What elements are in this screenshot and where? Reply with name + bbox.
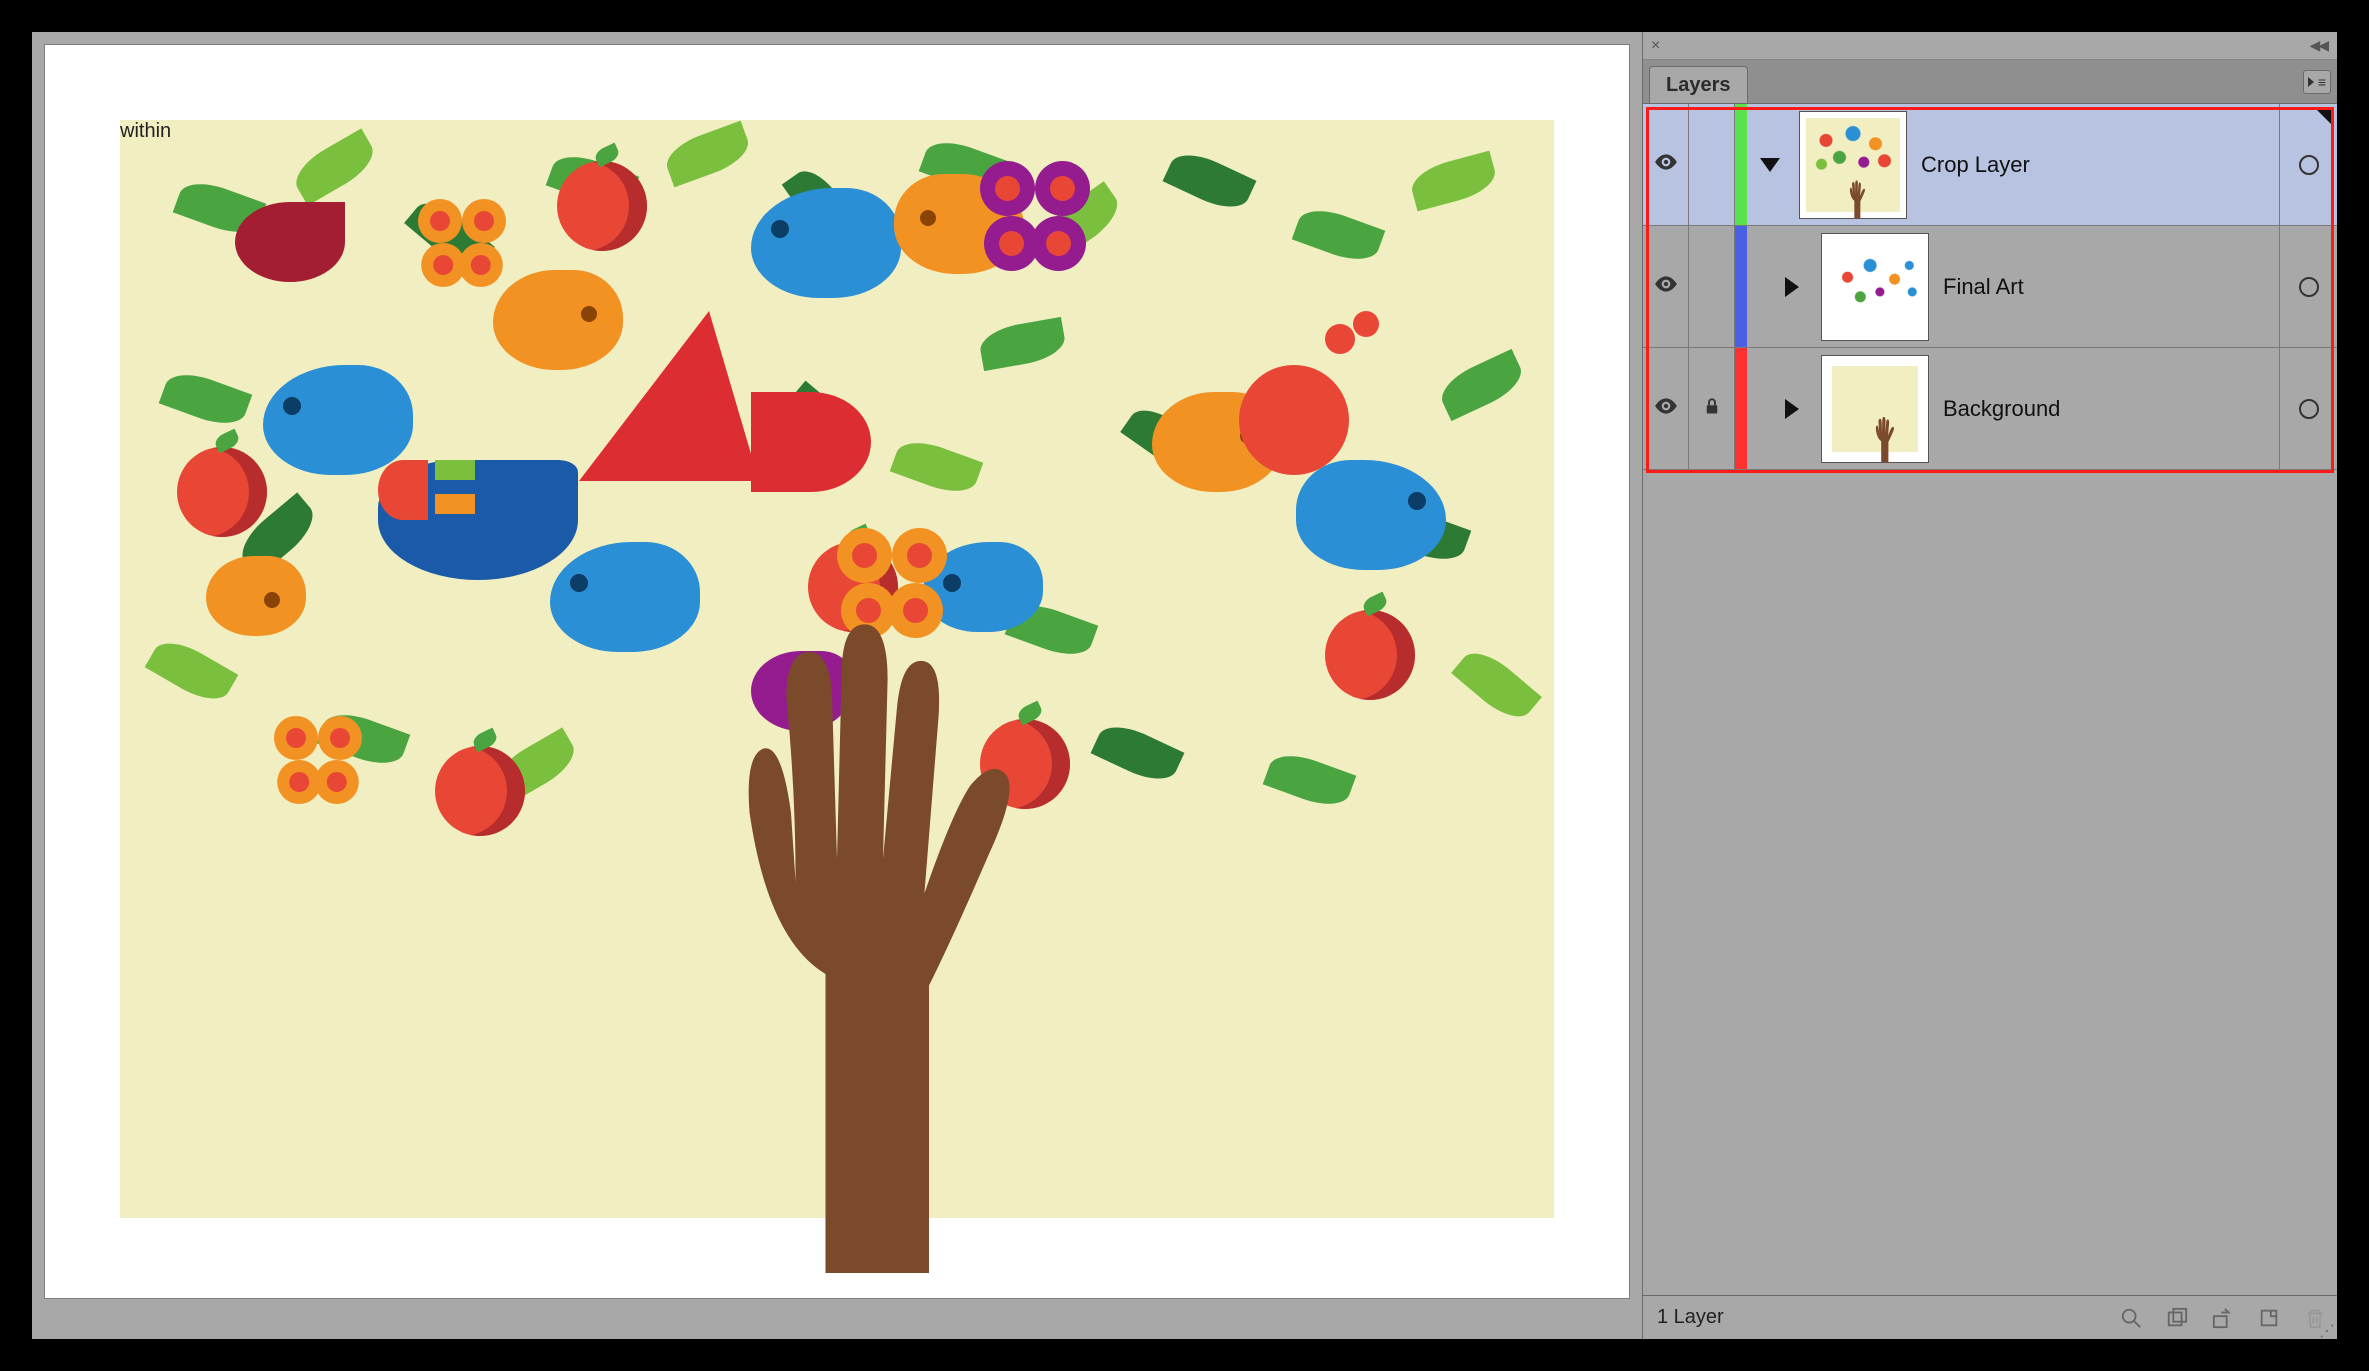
disclosure-toggle[interactable] [1769, 399, 1815, 419]
resize-grip-icon[interactable]: ⋰ [2319, 1327, 2335, 1337]
canvas-area[interactable]: within [32, 32, 1642, 1339]
lock-icon [1703, 395, 1721, 423]
eye-icon [1653, 393, 1679, 425]
close-icon[interactable]: × [1651, 37, 1660, 55]
panel-footer: 1 Layer [1643, 1295, 2337, 1339]
new-sublayer-icon[interactable] [2211, 1307, 2235, 1329]
panel-flyout-menu-button[interactable] [2303, 70, 2331, 94]
chevron-down-icon [1760, 158, 1780, 172]
layer-color-bar [1735, 104, 1747, 225]
app-window: within [32, 32, 2337, 1339]
visibility-toggle[interactable] [1643, 348, 1689, 469]
target-ring-icon [2299, 277, 2319, 297]
target-button[interactable] [2279, 348, 2337, 469]
layer-thumbnail[interactable] [1799, 111, 1907, 219]
layer-count-status: 1 Layer [1657, 1306, 1724, 1329]
layer-list[interactable]: Crop Layer Final Art Background [1643, 104, 2337, 1295]
target-ring-icon [2299, 155, 2319, 175]
panel-tab-bar: Layers [1643, 60, 2337, 104]
hand-tree-trunk [607, 578, 1067, 1278]
layer-thumbnail[interactable] [1821, 355, 1929, 463]
collapse-icon[interactable]: ◀◀ [2309, 37, 2327, 54]
panel-titlebar[interactable]: × ◀◀ [1643, 32, 2337, 60]
layer-row[interactable]: Background [1643, 348, 2337, 470]
layer-name-label[interactable]: Background [1943, 396, 2279, 422]
layer-name-label[interactable]: Final Art [1943, 274, 2279, 300]
visibility-toggle[interactable] [1643, 226, 1689, 347]
target-ring-icon [2299, 399, 2319, 419]
lock-toggle[interactable] [1689, 226, 1735, 347]
layer-color-bar [1735, 348, 1747, 469]
new-layer-icon[interactable] [2257, 1307, 2281, 1329]
layers-panel: × ◀◀ Layers Crop Layer [1642, 32, 2337, 1339]
layer-name-label[interactable]: Crop Layer [1921, 152, 2279, 178]
layer-thumbnail[interactable] [1821, 233, 1929, 341]
tab-layers[interactable]: Layers [1649, 66, 1748, 103]
target-button[interactable] [2279, 104, 2337, 225]
layer-row[interactable]: Final Art [1643, 226, 2337, 348]
disclosure-toggle[interactable] [1769, 277, 1815, 297]
layer-row[interactable]: Crop Layer [1643, 104, 2337, 226]
lock-toggle[interactable] [1689, 104, 1735, 225]
eye-icon [1653, 149, 1679, 181]
lock-toggle[interactable] [1689, 348, 1735, 469]
visibility-toggle[interactable] [1643, 104, 1689, 225]
locate-object-icon[interactable] [2119, 1307, 2143, 1329]
target-button[interactable] [2279, 226, 2337, 347]
chevron-right-icon [1785, 399, 1799, 419]
layer-color-bar [1735, 226, 1747, 347]
make-clipping-mask-icon[interactable] [2165, 1307, 2189, 1329]
disclosure-toggle[interactable] [1747, 158, 1793, 172]
selection-corner-icon [2315, 108, 2333, 126]
artwork-background: within [120, 120, 1554, 1218]
eye-icon [1653, 271, 1679, 303]
artboard[interactable]: within [44, 44, 1630, 1299]
chevron-right-icon [1785, 277, 1799, 297]
